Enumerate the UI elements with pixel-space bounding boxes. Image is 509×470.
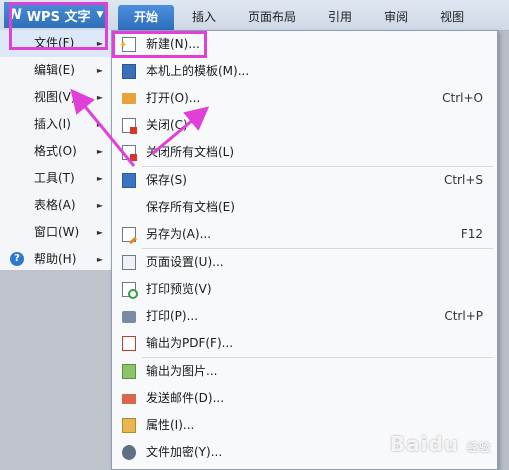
chevron-right-icon: ► <box>96 255 103 264</box>
pdf-icon <box>122 336 136 351</box>
save-as-icon <box>122 227 136 242</box>
ribbon-tabs: 开始 插入 页面布局 引用 审阅 视图 <box>118 5 482 30</box>
menu-item-save-all[interactable]: 保存所有文档(E) <box>112 194 497 221</box>
printer-icon <box>122 311 136 323</box>
save-icon <box>122 173 136 188</box>
menu-item-label: 输出为图片... <box>146 364 218 378</box>
watermark-suffix: 经验 <box>467 441 491 454</box>
print-preview-icon <box>122 282 138 299</box>
menu-item-save-as[interactable]: 另存为(A)... F12 <box>112 221 497 248</box>
menu-item-label: 关闭(C) <box>146 118 188 132</box>
close-all-icon <box>122 145 137 161</box>
tab-page-layout[interactable]: 页面布局 <box>234 5 310 30</box>
menu-item-export-pdf[interactable]: 输出为PDF(F)... <box>112 330 497 357</box>
menu-item-label: 输出为PDF(F)... <box>146 336 234 350</box>
menu-item-print[interactable]: 打印(P)... Ctrl+P <box>112 303 497 330</box>
menu-item-label: 发送邮件(D)... <box>146 391 225 405</box>
folder-open-icon <box>122 93 136 104</box>
menu-item-local-templates[interactable]: 本机上的模板(M)... <box>112 58 497 85</box>
menu-item-label: 格式(O) <box>34 144 77 158</box>
menu-item-window[interactable]: 窗口(W) ► <box>0 219 111 246</box>
menu-item-open[interactable]: 打开(O)... Ctrl+O <box>112 85 497 112</box>
menu-item-label: 插入(I) <box>34 117 71 131</box>
menu-item-label: 编辑(E) <box>34 63 75 77</box>
menu-item-label: 窗口(W) <box>34 225 80 239</box>
menu-item-export-image[interactable]: 输出为图片... <box>112 358 497 385</box>
menu-item-label: 打开(O)... <box>146 91 201 105</box>
main-menu: 文件(F) ► 编辑(E) ► 视图(V) ► 插入(I) ► 格式(O) ► … <box>0 30 112 270</box>
menu-item-label: 帮助(H) <box>34 252 77 266</box>
menu-item-save[interactable]: 保存(S) Ctrl+S <box>112 167 497 194</box>
annotation-box-new <box>112 31 207 58</box>
menu-item-print-preview[interactable]: 打印预览(V) <box>112 276 497 303</box>
mail-icon <box>122 394 136 404</box>
encrypt-icon <box>122 445 136 460</box>
menu-item-send-mail[interactable]: 发送邮件(D)... <box>112 385 497 412</box>
menu-item-label: 本机上的模板(M)... <box>146 64 250 78</box>
menu-item-tools[interactable]: 工具(T) ► <box>0 165 111 192</box>
file-submenu: 新建(N)... 本机上的模板(M)... 打开(O)... Ctrl+O 关闭… <box>111 30 498 470</box>
shortcut-label: Ctrl+S <box>443 173 483 187</box>
menu-item-label: 保存所有文档(E) <box>146 200 235 214</box>
menu-item-label: 视图(V) <box>34 90 76 104</box>
menu-item-label: 打印预览(V) <box>146 282 212 296</box>
annotation-box-app-menu <box>9 2 108 50</box>
menu-item-label: 另存为(A)... <box>146 227 212 241</box>
watermark-text-2: du <box>428 432 460 456</box>
shortcut-label: F12 <box>460 227 483 241</box>
page-setup-icon <box>122 255 136 270</box>
menu-item-insert[interactable]: 插入(I) ► <box>0 111 111 138</box>
chevron-right-icon: ► <box>96 174 103 183</box>
menu-item-format[interactable]: 格式(O) ► <box>0 138 111 165</box>
tab-home[interactable]: 开始 <box>118 5 175 30</box>
menu-item-table[interactable]: 表格(A) ► <box>0 192 111 219</box>
menu-item-label: 表格(A) <box>34 198 76 212</box>
tab-references[interactable]: 引用 <box>314 5 366 30</box>
tab-view[interactable]: 视图 <box>426 5 478 30</box>
properties-icon <box>122 418 136 433</box>
tab-insert[interactable]: 插入 <box>178 5 230 30</box>
menu-item-label: 关闭所有文档(L) <box>146 145 235 159</box>
menu-item-help[interactable]: ? 帮助(H) ► <box>0 246 111 273</box>
close-document-icon <box>122 118 137 134</box>
shortcut-label: Ctrl+P <box>444 309 483 323</box>
menu-item-close-all[interactable]: 关闭所有文档(L) <box>112 139 497 166</box>
menu-item-label: 工具(T) <box>34 171 75 185</box>
chevron-right-icon: ► <box>96 66 103 75</box>
menu-item-label: 页面设置(U)... <box>146 255 224 269</box>
menu-item-edit[interactable]: 编辑(E) ► <box>0 57 111 84</box>
shortcut-label: Ctrl+O <box>442 91 483 105</box>
help-icon: ? <box>10 252 24 266</box>
template-icon <box>122 64 136 79</box>
menu-item-label: 属性(I)... <box>146 418 195 432</box>
chevron-right-icon: ► <box>96 120 103 129</box>
image-export-icon <box>122 364 136 379</box>
chevron-right-icon: ► <box>96 93 103 102</box>
menu-item-label: 打印(P)... <box>146 309 199 323</box>
menu-item-label: 保存(S) <box>146 173 187 187</box>
menu-item-page-setup[interactable]: 页面设置(U)... <box>112 249 497 276</box>
chevron-right-icon: ► <box>96 201 103 210</box>
menu-item-close[interactable]: 关闭(C) <box>112 112 497 139</box>
chevron-right-icon: ► <box>96 147 103 156</box>
watermark: Baidu 经验 <box>390 432 491 456</box>
watermark-text: Bai <box>389 432 429 456</box>
menu-item-label: 文件加密(Y)... <box>146 445 223 459</box>
menu-item-view[interactable]: 视图(V) ► <box>0 84 111 111</box>
tab-review[interactable]: 审阅 <box>370 5 422 30</box>
chevron-right-icon: ► <box>96 228 103 237</box>
